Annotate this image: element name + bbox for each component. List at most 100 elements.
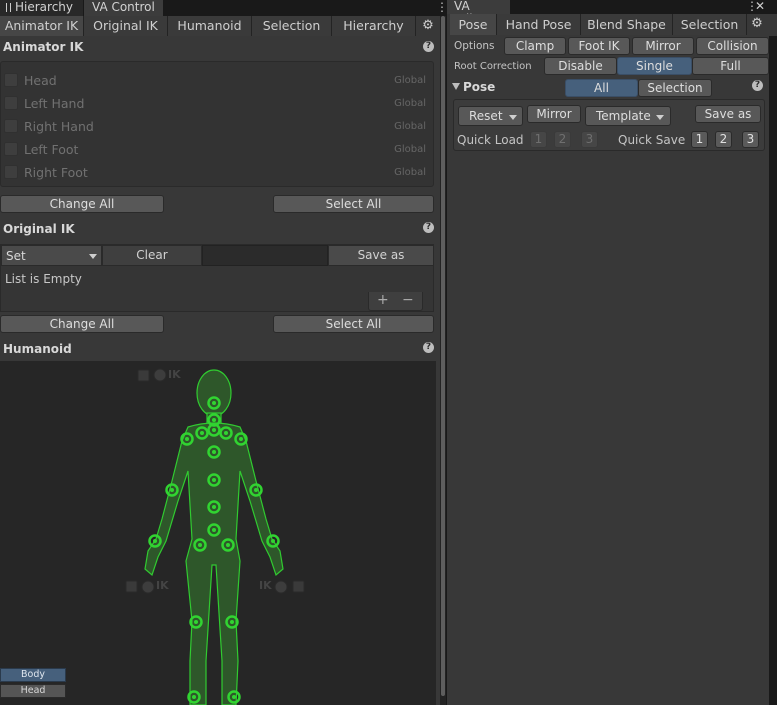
subtab-humanoid[interactable]: Humanoid bbox=[168, 16, 252, 36]
subtab-selection[interactable]: Selection bbox=[252, 16, 332, 36]
ik-row-space: Global bbox=[394, 144, 426, 155]
set-dropdown[interactable]: Set bbox=[1, 245, 102, 266]
template-label: Template bbox=[596, 109, 651, 123]
ik-indicator-left-hand bbox=[125, 580, 155, 594]
subtab-hierarchy[interactable]: Hierarchy bbox=[332, 16, 416, 36]
ik-row-left-foot[interactable]: Left Foot Global bbox=[4, 138, 432, 161]
template-dropdown[interactable]: Template bbox=[585, 106, 671, 126]
tab-hierarchy[interactable]: Hierarchy bbox=[0, 0, 84, 16]
save-as-button[interactable]: Save as bbox=[328, 245, 434, 266]
ik-indicator-right-hand bbox=[274, 580, 305, 594]
head-button[interactable]: Head bbox=[0, 684, 66, 698]
quick-save-3[interactable]: 3 bbox=[742, 131, 759, 148]
add-icon[interactable]: + bbox=[377, 292, 389, 308]
pose-save-as-button[interactable]: Save as bbox=[695, 105, 761, 123]
checkbox[interactable] bbox=[4, 73, 18, 87]
ik-row-right-hand[interactable]: Right Hand Global bbox=[4, 115, 432, 138]
collision-toggle[interactable]: Collision bbox=[696, 37, 769, 55]
reset-label: Reset bbox=[469, 109, 503, 123]
animator-ik-list: Head Global Left Hand Global Right Hand … bbox=[0, 61, 434, 187]
subtab-selection[interactable]: Selection bbox=[673, 14, 747, 35]
animator-ik-title: Animator IK bbox=[3, 40, 84, 54]
help-icon[interactable]: ? bbox=[752, 80, 763, 91]
tab-hierarchy-label: Hierarchy bbox=[15, 0, 74, 14]
dropdown-arrow-icon bbox=[656, 115, 664, 120]
foot-ik-toggle[interactable]: Foot IK bbox=[568, 37, 630, 55]
list-empty-text: List is Empty bbox=[5, 272, 82, 286]
body-button[interactable]: Body bbox=[0, 668, 66, 682]
checkbox[interactable] bbox=[4, 142, 18, 156]
tab-va-editor[interactable]: VA Editor bbox=[447, 0, 511, 26]
animator-select-all-button[interactable]: Select All bbox=[273, 195, 434, 213]
tab-va-control-label: VA Control bbox=[92, 0, 155, 14]
right-window: VA Editor ⋮ ✕ Pose Hand Pose Blend Shape… bbox=[447, 0, 777, 705]
menu-icon bbox=[6, 3, 11, 12]
subtab-animator-ik[interactable]: Animator IK bbox=[0, 16, 84, 36]
options-label: Options bbox=[454, 40, 495, 52]
list-footer: + − bbox=[368, 292, 423, 311]
help-icon[interactable]: ? bbox=[423, 41, 434, 52]
ik-row-space: Global bbox=[394, 98, 426, 109]
checkbox[interactable] bbox=[4, 119, 18, 133]
save-name-field[interactable] bbox=[202, 245, 328, 266]
gear-icon[interactable]: ⚙ bbox=[749, 16, 765, 32]
ik-row-right-foot[interactable]: Right Foot Global bbox=[4, 161, 432, 184]
ik-row-left-hand[interactable]: Left Hand Global bbox=[4, 92, 432, 115]
ik-row-label: Head bbox=[24, 73, 57, 88]
ik-row-label: Right Hand bbox=[24, 119, 94, 134]
checkbox[interactable] bbox=[4, 165, 18, 179]
reset-dropdown[interactable]: Reset bbox=[458, 106, 523, 126]
humanoid-canvas[interactable]: IK IK IK Body Head bbox=[0, 361, 436, 705]
ik-indicator-head bbox=[137, 368, 167, 382]
pose-panel: Reset Mirror Template Save as Quick Load… bbox=[453, 99, 765, 151]
subtab-blend-shape[interactable]: Blend Shape bbox=[581, 14, 673, 35]
subtab-pose[interactable]: Pose bbox=[450, 14, 497, 35]
mirror-toggle[interactable]: Mirror bbox=[632, 37, 694, 55]
quick-save-2[interactable]: 2 bbox=[715, 131, 732, 148]
pose-filter-all[interactable]: All bbox=[565, 79, 638, 97]
subtab-original-ik[interactable]: Original IK bbox=[84, 16, 168, 36]
close-icon[interactable]: ✕ bbox=[754, 0, 766, 14]
ik-label-head: IK bbox=[168, 368, 181, 381]
pose-filter-selection[interactable]: Selection bbox=[638, 79, 712, 97]
set-dropdown-value: Set bbox=[6, 249, 26, 263]
original-ik-title: Original IK bbox=[3, 222, 75, 236]
root-full-button[interactable]: Full bbox=[692, 57, 769, 75]
quick-save-1[interactable]: 1 bbox=[691, 131, 708, 148]
ik-row-space: Global bbox=[394, 75, 426, 86]
root-single-button[interactable]: Single bbox=[617, 57, 692, 75]
original-select-all-button[interactable]: Select All bbox=[273, 315, 434, 333]
quick-save-label: Quick Save bbox=[618, 133, 686, 147]
gear-icon[interactable]: ⚙ bbox=[420, 18, 436, 34]
quick-load-label: Quick Load bbox=[457, 133, 524, 147]
pose-mirror-button[interactable]: Mirror bbox=[527, 105, 581, 123]
ik-row-label: Left Hand bbox=[24, 96, 85, 111]
dropdown-arrow-icon bbox=[89, 254, 97, 259]
left-scrollbar[interactable] bbox=[440, 16, 446, 705]
ik-row-label: Right Foot bbox=[24, 165, 88, 180]
animator-change-all-button[interactable]: Change All bbox=[0, 195, 164, 213]
quick-load-3[interactable]: 3 bbox=[581, 131, 598, 148]
remove-icon[interactable]: − bbox=[402, 292, 414, 308]
clamp-toggle[interactable]: Clamp bbox=[504, 37, 566, 55]
right-window-edge bbox=[769, 36, 777, 705]
quick-load-2[interactable]: 2 bbox=[554, 131, 571, 148]
help-icon[interactable]: ? bbox=[423, 342, 434, 353]
humanoid-figure bbox=[125, 368, 305, 705]
kebab-menu-icon[interactable]: ⋮ bbox=[436, 0, 448, 16]
clear-button[interactable]: Clear bbox=[102, 245, 202, 266]
scrollbar-thumb[interactable] bbox=[441, 16, 445, 696]
ik-row-head[interactable]: Head Global bbox=[4, 69, 432, 92]
tab-va-control[interactable]: VA Control bbox=[84, 0, 164, 16]
original-change-all-button[interactable]: Change All bbox=[0, 315, 164, 333]
root-correction-label: Root Correction bbox=[454, 61, 532, 72]
help-icon[interactable]: ? bbox=[423, 222, 434, 233]
root-disable-button[interactable]: Disable bbox=[544, 57, 617, 75]
quick-load-1[interactable]: 1 bbox=[530, 131, 547, 148]
subtab-hand-pose[interactable]: Hand Pose bbox=[497, 14, 581, 35]
checkbox[interactable] bbox=[4, 96, 18, 110]
ik-row-space: Global bbox=[394, 167, 426, 178]
ik-row-space: Global bbox=[394, 121, 426, 132]
foldout-arrow-icon[interactable] bbox=[452, 83, 460, 90]
ik-label-right-hand: IK bbox=[259, 579, 272, 592]
